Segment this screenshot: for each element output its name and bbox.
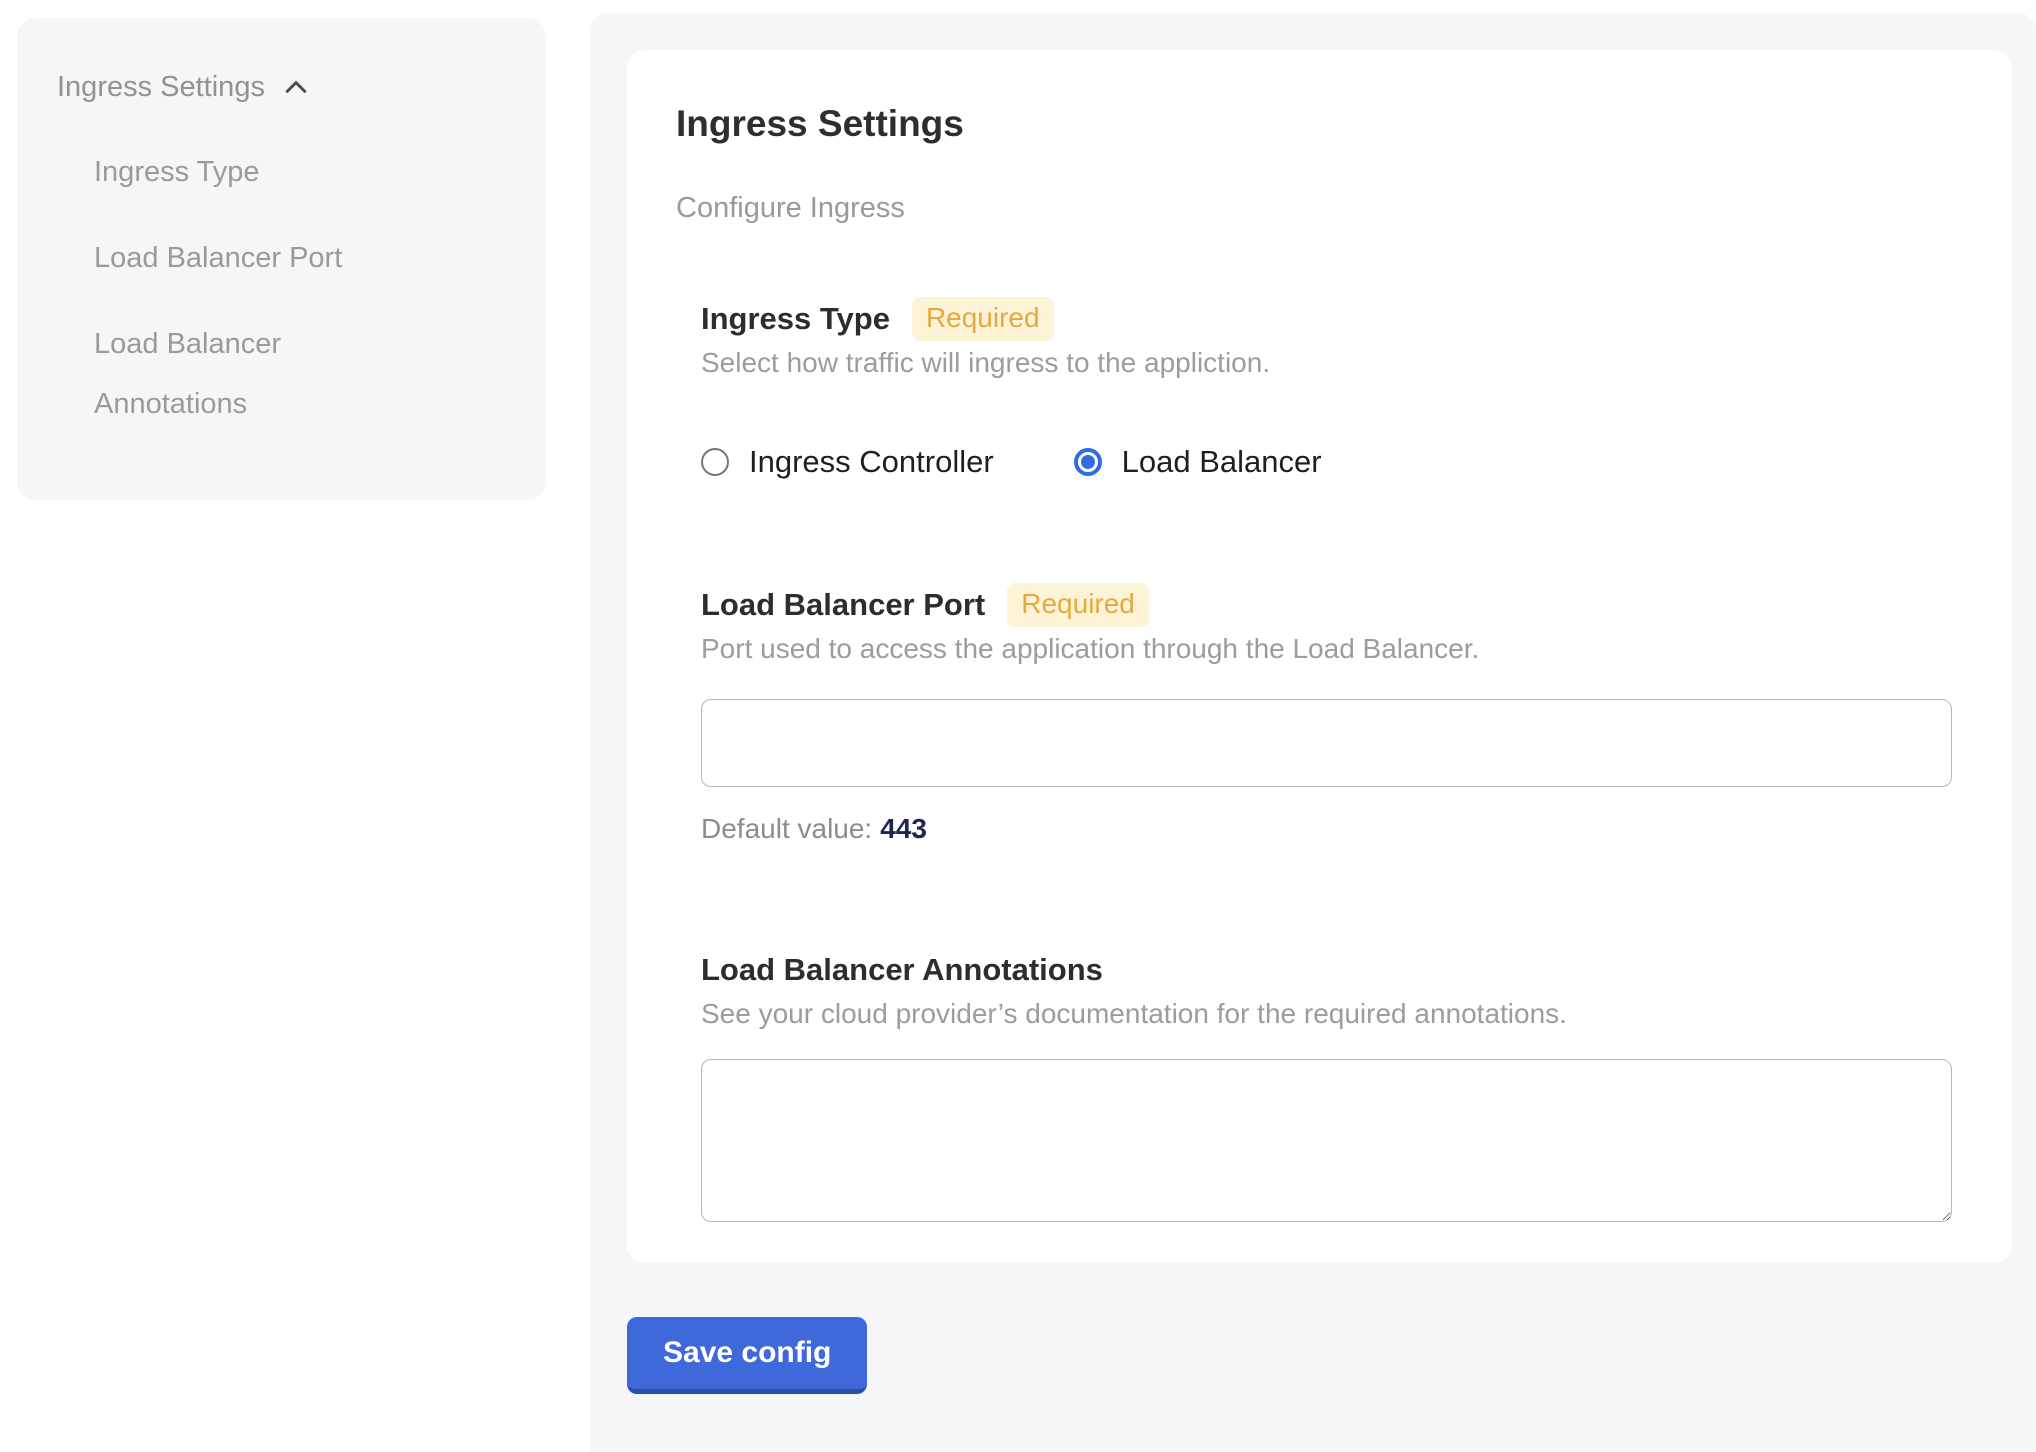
field-load-balancer-port-description: Port used to access the application thro…	[701, 630, 1952, 668]
settings-sidebar: Ingress Settings Ingress Type Load Balan…	[17, 18, 546, 500]
chevron-up-icon	[281, 72, 311, 102]
field-load-balancer-port: Load Balancer Port Required Port used to…	[701, 582, 1952, 847]
field-load-balancer-annotations-description: See your cloud provider’s documentation …	[701, 995, 1952, 1033]
radio-option-load-balancer-label: Load Balancer	[1122, 444, 1322, 480]
default-value-hint: Default value: 443	[701, 811, 1952, 847]
load-balancer-port-input[interactable]	[701, 699, 1952, 787]
field-ingress-type-description: Select how traffic will ingress to the a…	[701, 344, 1952, 382]
sidebar-section-ingress-settings[interactable]: Ingress Settings	[57, 67, 506, 107]
main-panel: Ingress Settings Configure Ingress Ingre…	[590, 13, 2036, 1452]
required-badge: Required	[912, 297, 1054, 341]
field-load-balancer-annotations: Load Balancer Annotations See your cloud…	[701, 947, 1952, 1222]
sidebar-item-load-balancer-annotations[interactable]: Load Balancer Annotations	[94, 314, 394, 434]
default-value-label: Default value:	[701, 813, 872, 844]
field-load-balancer-port-label: Load Balancer Port	[701, 587, 985, 623]
radio-option-ingress-controller-label: Ingress Controller	[749, 444, 994, 480]
ingress-type-radio-group: Ingress Controller Load Balancer	[701, 444, 1952, 480]
sidebar-nav: Ingress Type Load Balancer Port Load Bal…	[57, 142, 506, 434]
save-config-button[interactable]: Save config	[627, 1317, 867, 1394]
radio-option-ingress-controller[interactable]: Ingress Controller	[701, 444, 994, 480]
field-load-balancer-annotations-heading-row: Load Balancer Annotations	[701, 947, 1952, 993]
radio-option-load-balancer[interactable]: Load Balancer	[1074, 444, 1322, 480]
required-badge: Required	[1007, 583, 1149, 627]
field-ingress-type-heading-row: Ingress Type Required	[701, 296, 1952, 342]
radio-selected-icon[interactable]	[1074, 448, 1102, 476]
load-balancer-annotations-textarea[interactable]	[701, 1059, 1952, 1222]
field-load-balancer-port-heading-row: Load Balancer Port Required	[701, 582, 1952, 628]
radio-unselected-icon[interactable]	[701, 448, 729, 476]
field-ingress-type: Ingress Type Required Select how traffic…	[701, 296, 1952, 480]
default-value: 443	[880, 813, 927, 844]
field-load-balancer-annotations-label: Load Balancer Annotations	[701, 952, 1103, 988]
fields-container: Ingress Type Required Select how traffic…	[701, 296, 1952, 1222]
page-subtitle: Configure Ingress	[676, 190, 1952, 226]
sidebar-section-label: Ingress Settings	[57, 71, 265, 104]
field-ingress-type-label: Ingress Type	[701, 301, 890, 337]
page-title: Ingress Settings	[676, 102, 1952, 146]
sidebar-item-ingress-type[interactable]: Ingress Type	[94, 142, 394, 202]
ingress-settings-card: Ingress Settings Configure Ingress Ingre…	[627, 50, 2012, 1263]
sidebar-item-load-balancer-port[interactable]: Load Balancer Port	[94, 228, 394, 288]
